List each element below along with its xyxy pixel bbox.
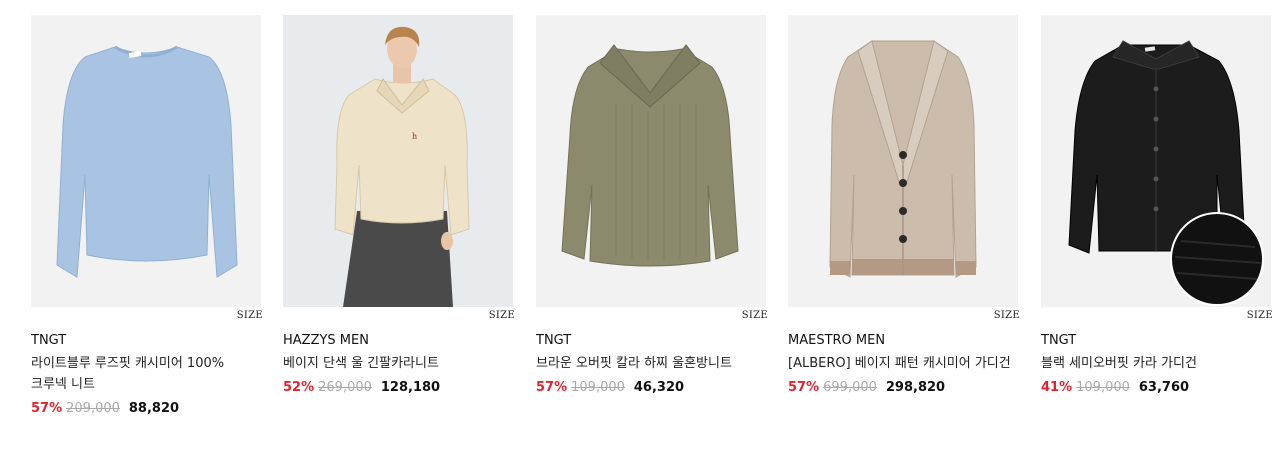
size-link[interactable]: SIZE: [237, 310, 263, 321]
product-brand[interactable]: TNGT: [31, 332, 261, 350]
original-price: 269,000: [318, 380, 372, 395]
size-link[interactable]: SIZE: [1247, 310, 1273, 321]
sale-price: 128,180: [380, 380, 441, 395]
sale-price: 46,320: [633, 380, 685, 395]
product-card[interactable]: SIZE TNGT 브라운 오버핏 칼라 하찌 울혼방니트 57% 109,000…: [536, 15, 768, 397]
product-name[interactable]: [ALBERO] 베이지 패턴 캐시미어 가디건: [788, 353, 1018, 374]
price-row: 57% 209,000 88,820: [31, 400, 261, 418]
discount-rate: 57%: [536, 380, 568, 395]
svg-text:h: h: [412, 132, 417, 141]
original-price: 109,000: [1076, 380, 1130, 395]
size-link[interactable]: SIZE: [742, 310, 768, 321]
original-price: 209,000: [66, 401, 120, 416]
product-image[interactable]: [536, 15, 766, 307]
discount-rate: 52%: [283, 380, 315, 395]
product-card[interactable]: SIZE MAESTRO MEN [ALBERO] 베이지 패턴 캐시미어 가디…: [788, 15, 1020, 397]
product-brand[interactable]: MAESTRO MEN: [788, 332, 1018, 350]
product-name[interactable]: 베이지 단색 울 긴팔카라니트: [283, 353, 513, 374]
product-card[interactable]: SIZE TNGT 라이트블루 루즈핏 캐시미어 100% 크루넥 니트 57%…: [31, 15, 263, 418]
product-image[interactable]: [31, 15, 261, 307]
original-price: 109,000: [571, 380, 625, 395]
price-row: 41% 109,000 63,760: [1041, 379, 1271, 397]
discount-rate: 57%: [31, 401, 63, 416]
product-image[interactable]: [788, 15, 1018, 307]
size-link[interactable]: SIZE: [489, 310, 515, 321]
product-name[interactable]: 브라운 오버핏 칼라 하찌 울혼방니트: [536, 353, 766, 374]
product-card[interactable]: h SIZE HAZZYS MEN 베이지 단색 울 긴팔카라니트 52% 269…: [283, 15, 515, 397]
product-image[interactable]: h: [283, 15, 513, 307]
product-name[interactable]: 라이트블루 루즈핏 캐시미어 100% 크루넥 니트: [31, 353, 261, 395]
price-row: 57% 699,000 298,820: [788, 379, 1018, 397]
discount-rate: 57%: [788, 380, 820, 395]
size-link[interactable]: SIZE: [994, 310, 1020, 321]
product-image[interactable]: [1041, 15, 1271, 307]
product-card[interactable]: SIZE TNGT 블랙 세미오버핏 카라 가디건 41% 109,000 63,7…: [1041, 15, 1273, 397]
product-brand[interactable]: HAZZYS MEN: [283, 332, 513, 350]
sale-price: 298,820: [885, 380, 946, 395]
discount-rate: 41%: [1041, 380, 1073, 395]
price-row: 52% 269,000 128,180: [283, 379, 513, 397]
sale-price: 88,820: [128, 401, 180, 416]
product-brand[interactable]: TNGT: [536, 332, 766, 350]
original-price: 699,000: [823, 380, 877, 395]
sale-price: 63,760: [1138, 380, 1190, 395]
product-grid: SIZE TNGT 라이트블루 루즈핏 캐시미어 100% 크루넥 니트 57%…: [0, 15, 1276, 455]
price-row: 57% 109,000 46,320: [536, 379, 766, 397]
product-brand[interactable]: TNGT: [1041, 332, 1271, 350]
product-name[interactable]: 블랙 세미오버핏 카라 가디건: [1041, 353, 1271, 374]
